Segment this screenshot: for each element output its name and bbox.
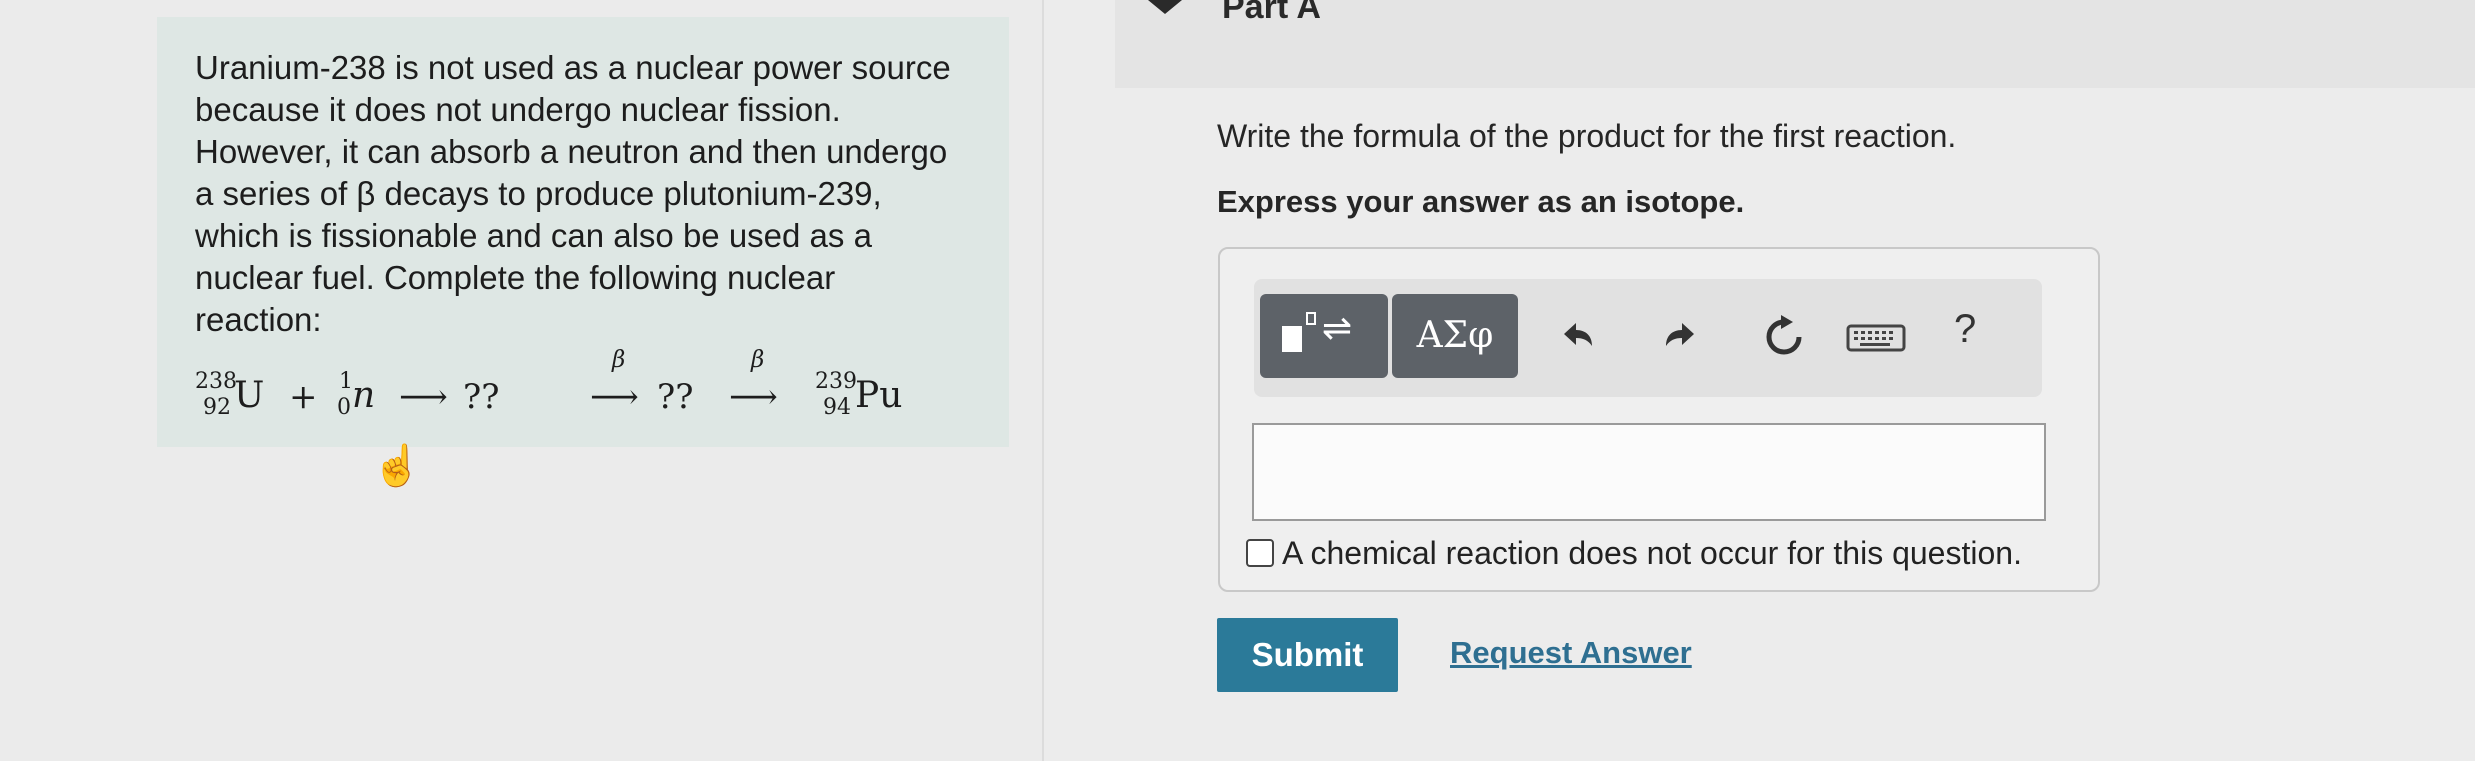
neutron-atomic-number: 0	[337, 395, 351, 420]
keyboard-icon[interactable]	[1844, 312, 1908, 362]
question-prompt: Write the formula of the product for the…	[1217, 118, 1957, 154]
submit-button[interactable]: Submit	[1217, 618, 1398, 692]
equilibrium-arrows-icon: ⇌	[1322, 308, 1353, 349]
problem-text: Uranium-238 is not used as a nuclear pow…	[195, 47, 995, 341]
answer-instruction: Express your answer as an isotope.	[1217, 184, 1745, 219]
beta-label-2: β	[751, 347, 765, 373]
neutron-symbol: n	[352, 375, 376, 416]
problem-line: because it does not undergo nuclear fiss…	[195, 91, 841, 128]
problem-line: which is fissionable and can also be use…	[195, 217, 872, 254]
request-answer-link[interactable]: Request Answer	[1450, 635, 1692, 671]
problem-statement: Uranium-238 is not used as a nuclear pow…	[157, 17, 1009, 447]
problem-line: reaction:	[195, 301, 322, 338]
neutron-mass-number: 1	[339, 369, 353, 394]
answer-panel: ⇌ ΑΣφ ? A chemical reaction does not occ…	[1218, 247, 2100, 592]
reaction-arrow: ⟶	[399, 377, 448, 417]
plutonium-symbol: Pu	[855, 375, 903, 416]
no-reaction-label[interactable]: A chemical reaction does not occur for t…	[1282, 535, 2022, 572]
problem-line: Uranium-238 is not used as a nuclear pow…	[195, 49, 951, 86]
beta-decay-arrow-1: ⟶	[590, 377, 639, 417]
problem-line: However, it can absorb a neutron and the…	[195, 133, 948, 170]
no-reaction-checkbox[interactable]	[1246, 539, 1274, 567]
plus-sign: +	[289, 377, 318, 417]
unknown-product-2: ??	[657, 377, 694, 417]
math-toolbar: ⇌ ΑΣφ ?	[1254, 279, 2042, 397]
template-superscript-icon	[1306, 312, 1316, 325]
nuclear-reaction-equation: 238 92 U + 1 0 n ⟶ ?? β ⟶ ?? β ⟶ 239 94 …	[195, 347, 995, 439]
help-button[interactable]: ?	[1954, 307, 1976, 352]
redo-icon[interactable]	[1654, 312, 1704, 362]
template-box-icon	[1282, 326, 1302, 352]
undo-icon[interactable]	[1554, 312, 1604, 362]
unknown-product-1: ??	[463, 377, 500, 417]
beta-label-1: β	[612, 347, 626, 373]
beta-decay-arrow-2: ⟶	[729, 377, 778, 417]
problem-line: a series of β decays to produce plutoniu…	[195, 175, 882, 212]
reset-icon[interactable]	[1759, 312, 1809, 362]
collapse-caret-icon[interactable]	[1148, 0, 1182, 14]
uranium-mass-number: 238	[195, 369, 237, 394]
problem-line: nuclear fuel. Complete the following nuc…	[195, 259, 836, 296]
part-title: Part A	[1222, 0, 1321, 26]
uranium-symbol: U	[234, 375, 265, 416]
pane-divider	[1042, 0, 1044, 761]
hand-cursor-icon: ☝	[372, 444, 422, 488]
greek-symbols-button[interactable]: ΑΣφ	[1392, 294, 1518, 378]
uranium-atomic-number: 92	[203, 395, 231, 420]
templates-button[interactable]: ⇌	[1260, 294, 1388, 378]
answer-input[interactable]	[1252, 423, 2046, 521]
plutonium-mass-number: 239	[815, 369, 857, 394]
plutonium-atomic-number: 94	[823, 395, 851, 420]
